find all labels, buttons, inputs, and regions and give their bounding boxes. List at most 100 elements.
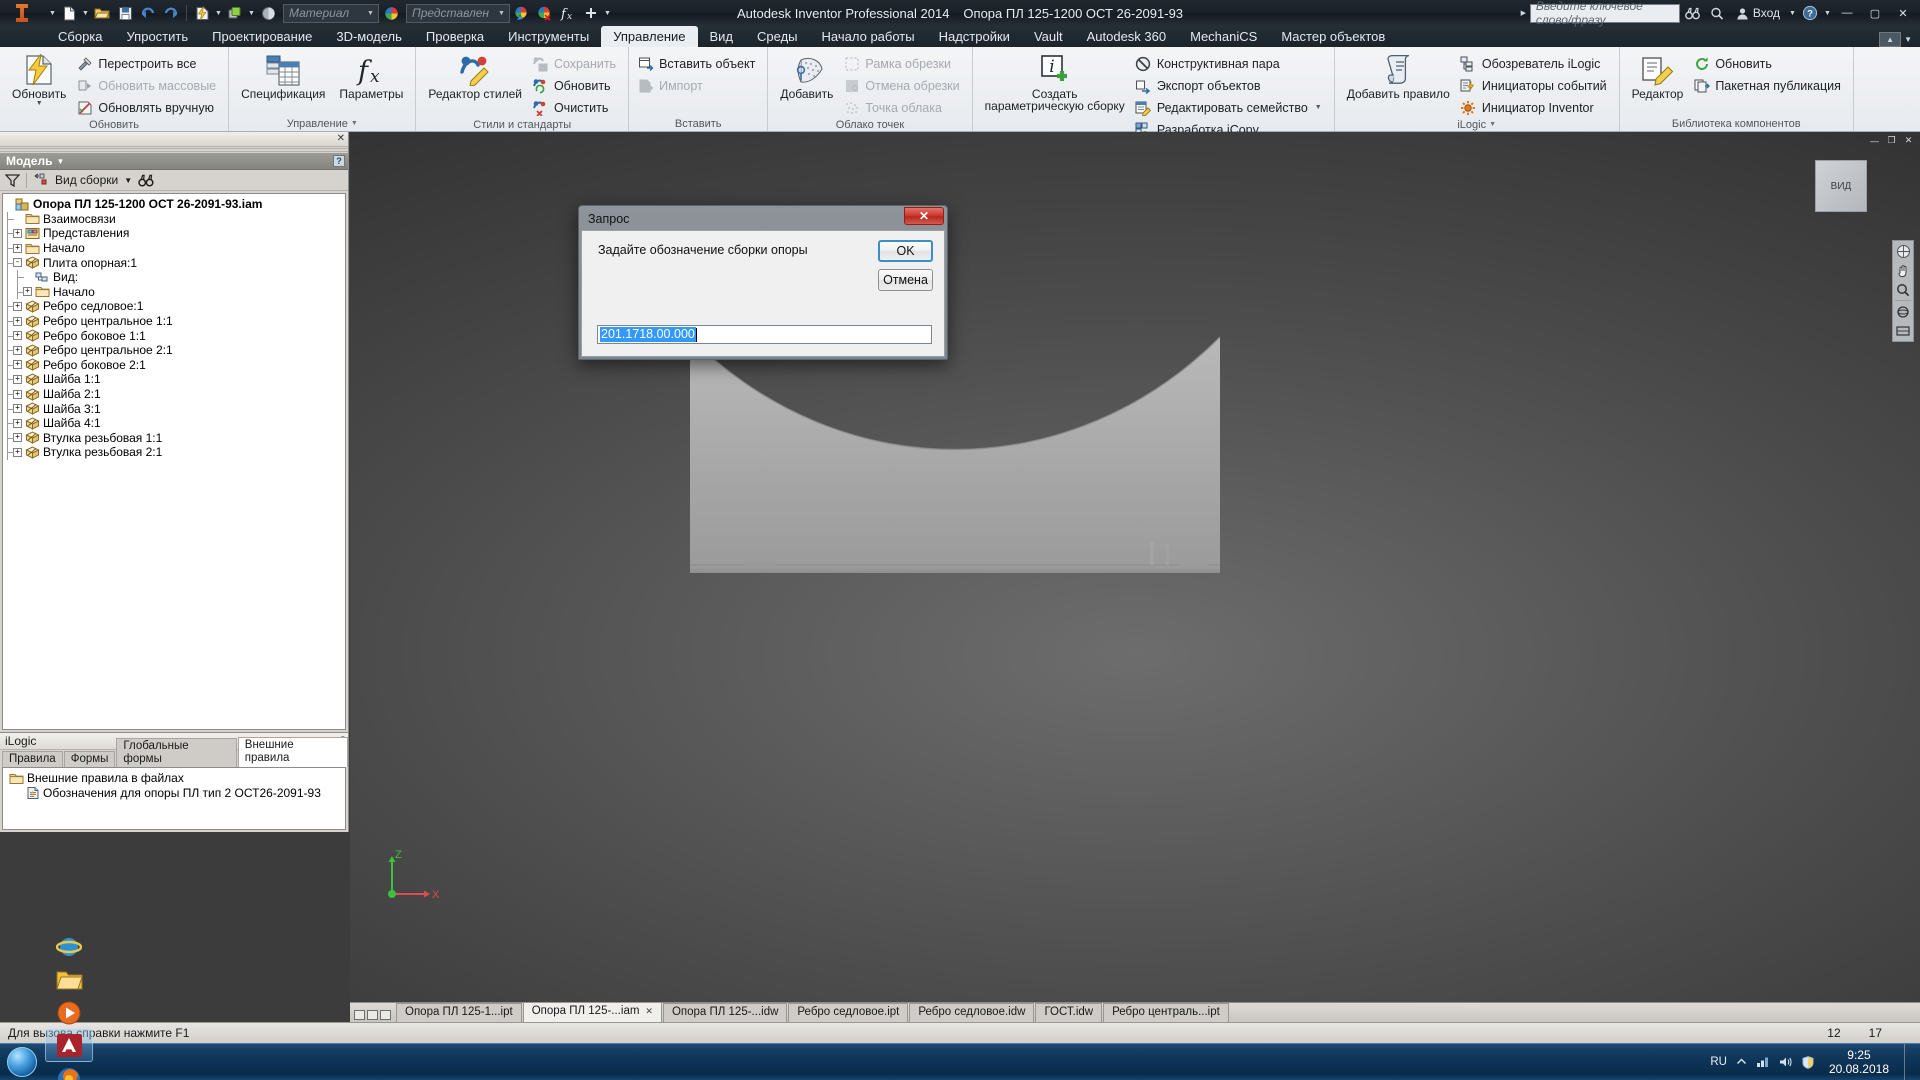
tree-expander-plus-icon[interactable]: + (13, 374, 22, 384)
document-tab-close-icon[interactable]: ✕ (645, 1006, 653, 1016)
document-tab-5[interactable]: ГОСТ.idw (1035, 1003, 1103, 1022)
viewport-close-button[interactable]: ✕ (1901, 134, 1916, 147)
pan-hand-icon[interactable] (1894, 262, 1912, 279)
ribbon-minimize-icon[interactable]: ▲ (1879, 32, 1902, 47)
view-cube[interactable]: ВИД (1815, 160, 1867, 212)
document-tab-1[interactable]: Опора ПЛ 125-...iam ✕ (522, 1002, 662, 1022)
ribbon-button-library-editor[interactable]: Редактор (1626, 51, 1690, 102)
navigation-bar[interactable] (1892, 240, 1914, 342)
ribbon-button-insert-object[interactable]: Вставить объект (635, 53, 761, 74)
model-tree-node[interactable]: + Начало (3, 284, 345, 300)
document-tab-4[interactable]: Ребро седловое.idw (909, 1003, 1035, 1022)
tile-layout-icon[interactable] (354, 1010, 365, 1020)
ribbon-button-refresh-style[interactable]: Обновить (530, 75, 622, 96)
ribbon-tab-7[interactable]: Вид (698, 26, 746, 47)
open-file-icon[interactable] (91, 2, 113, 24)
ribbon-button-manual-update[interactable]: Обновлять вручную (74, 97, 222, 118)
window-close-button[interactable]: ✕ (1890, 3, 1916, 23)
material-combo[interactable]: Материал ▼ (283, 3, 379, 23)
start-button[interactable] (0, 1045, 44, 1080)
search-expand-caret-icon[interactable]: ▶ (1519, 2, 1528, 24)
appearance-color-wheel-icon[interactable] (380, 2, 402, 24)
cascade-layout-icon[interactable] (367, 1010, 378, 1020)
dialog-title-bar[interactable]: Запрос ✕ (581, 207, 945, 230)
support-assembly-3d-model[interactable] (690, 337, 1220, 577)
add-qat-item-icon[interactable] (580, 2, 602, 24)
material-swatch-icon[interactable] (224, 2, 246, 24)
ribbon-button-bom-table[interactable]: Спецификация (235, 51, 331, 102)
ribbon-panel-expand-caret-icon[interactable]: ▼ (1489, 121, 1496, 128)
tree-expander-plus-icon[interactable]: + (13, 331, 22, 341)
tree-expander-plus-icon[interactable]: + (13, 389, 22, 399)
appearance-combo-arrow-icon[interactable]: ▼ (494, 10, 509, 17)
material-combo-arrow-icon[interactable]: ▼ (363, 10, 378, 17)
qat-overflow-caret-icon[interactable]: ▼ (603, 2, 612, 24)
ilogic-tab-2[interactable]: Глобальные формы (116, 738, 237, 767)
ribbon-tab-9[interactable]: Начало работы (810, 26, 927, 47)
ribbon-tab-14[interactable]: Мастер объектов (1269, 26, 1397, 47)
ribbon-tab-13[interactable]: MechaniCS (1178, 26, 1269, 47)
tree-expander-plus-icon[interactable]: + (13, 228, 22, 238)
ribbon-button-inventor-trigger[interactable]: Инициатор Inventor (1458, 97, 1613, 118)
new-file-caret-icon[interactable]: ▼ (81, 2, 90, 24)
model-tree-node[interactable]: Вид: (3, 269, 345, 285)
ribbon-tab-11[interactable]: Vault (1022, 26, 1075, 47)
document-tab-3[interactable]: Ребро седловое.ipt (788, 1003, 909, 1022)
ribbon-button-edit-family[interactable]: Редактировать семейство ▼ (1133, 97, 1328, 118)
ribbon-button-event-triggers[interactable]: Инициаторы событий (1458, 75, 1613, 96)
model-tree[interactable]: Опора ПЛ 125-1200 ОСТ 26-2091-93.iam Взаи… (2, 193, 346, 730)
browser-title-caret-icon[interactable]: ▼ (56, 157, 64, 166)
ribbon-button-create-param-assembly[interactable]: i Создать параметрическую сборку (979, 51, 1131, 114)
update-lightning-qat-icon[interactable] (191, 2, 213, 24)
ribbon-tab-3[interactable]: 3D-модель (324, 26, 414, 47)
tray-expand-icon[interactable] (1736, 1057, 1747, 1067)
taskbar-clock[interactable]: 9:25 20.08.2018 (1823, 1048, 1895, 1076)
tree-expander-plus-icon[interactable]: + (13, 301, 22, 311)
taskbar-app-3[interactable] (45, 1029, 93, 1062)
ilogic-tab-3[interactable]: Внешние правила (237, 737, 348, 767)
assembly-view-caret-icon[interactable]: ▼ (124, 176, 132, 185)
dialog-cancel-button[interactable]: Отмена (878, 269, 933, 291)
fx-parameters-qat-icon[interactable]: fx (557, 2, 579, 24)
browser-close-icon[interactable]: ✕ (337, 134, 345, 144)
model-tree-node[interactable]: + Ребро боковое 1:1 (3, 328, 345, 343)
orbit-icon[interactable] (1894, 303, 1912, 320)
look-at-icon[interactable] (1894, 322, 1912, 339)
clear-appearance-icon[interactable] (534, 2, 556, 24)
ribbon-button-point-cloud[interactable]: Добавить (774, 51, 839, 102)
model-tree-node[interactable]: + Втулка резьбовая 1:1 (3, 430, 345, 446)
ribbon-button-lib-refresh[interactable]: Обновить (1691, 53, 1847, 74)
model-tree-node[interactable]: + Начало (3, 240, 345, 256)
browser-help-badge[interactable]: ? (333, 155, 345, 167)
tray-language-indicator[interactable]: RU (1710, 1056, 1727, 1068)
update-caret-icon[interactable]: ▼ (214, 2, 223, 24)
ribbon-tab-4[interactable]: Проверка (414, 26, 496, 47)
tray-network-icon[interactable] (1756, 1056, 1770, 1068)
filter-funnel-icon[interactable] (5, 173, 20, 187)
query-dialog[interactable]: Запрос ✕ Задайте обозначение сборки опор… (578, 205, 948, 360)
model-tree-node[interactable]: + Шайба 2:1 (3, 386, 345, 402)
help-button[interactable]: ? (1799, 2, 1821, 24)
ribbon-tab-0[interactable]: Сборка (46, 26, 115, 47)
inventor-logo[interactable] (0, 0, 44, 26)
tree-expander-plus-icon[interactable]: + (13, 447, 22, 457)
ribbon-tab-8[interactable]: Среды (745, 26, 810, 47)
appearance-combo[interactable]: Представлен ▼ (406, 3, 510, 23)
tray-shield-icon[interactable] (1802, 1055, 1814, 1069)
tree-expander-plus-icon[interactable]: + (13, 418, 22, 428)
new-file-icon[interactable] (58, 2, 80, 24)
full-nav-wheel-icon[interactable] (1894, 243, 1912, 260)
tree-expander-plus-icon[interactable]: + (13, 243, 22, 253)
tree-expander-plus-icon[interactable]: + (13, 360, 22, 370)
window-minimize-button[interactable]: — (1834, 3, 1860, 23)
model-tree-node[interactable]: + Ребро центральное 1:1 (3, 313, 345, 329)
model-tree-node[interactable]: Опора ПЛ 125-1200 ОСТ 26-2091-93.iam (3, 197, 345, 212)
save-file-icon[interactable] (114, 2, 136, 24)
dialog-ok-button[interactable]: OK (878, 240, 933, 262)
viewport-minimize-button[interactable]: — (1867, 134, 1882, 147)
search-input[interactable]: Введите ключевое слово/фразу (1529, 0, 1680, 27)
appearance-apply-icon[interactable] (511, 2, 533, 24)
taskbar-app-2[interactable] (45, 996, 93, 1029)
model-tree-node[interactable]: Взаимосвязи (3, 211, 345, 227)
ribbon-button-rebuild-all[interactable]: Перестроить все (74, 53, 222, 74)
